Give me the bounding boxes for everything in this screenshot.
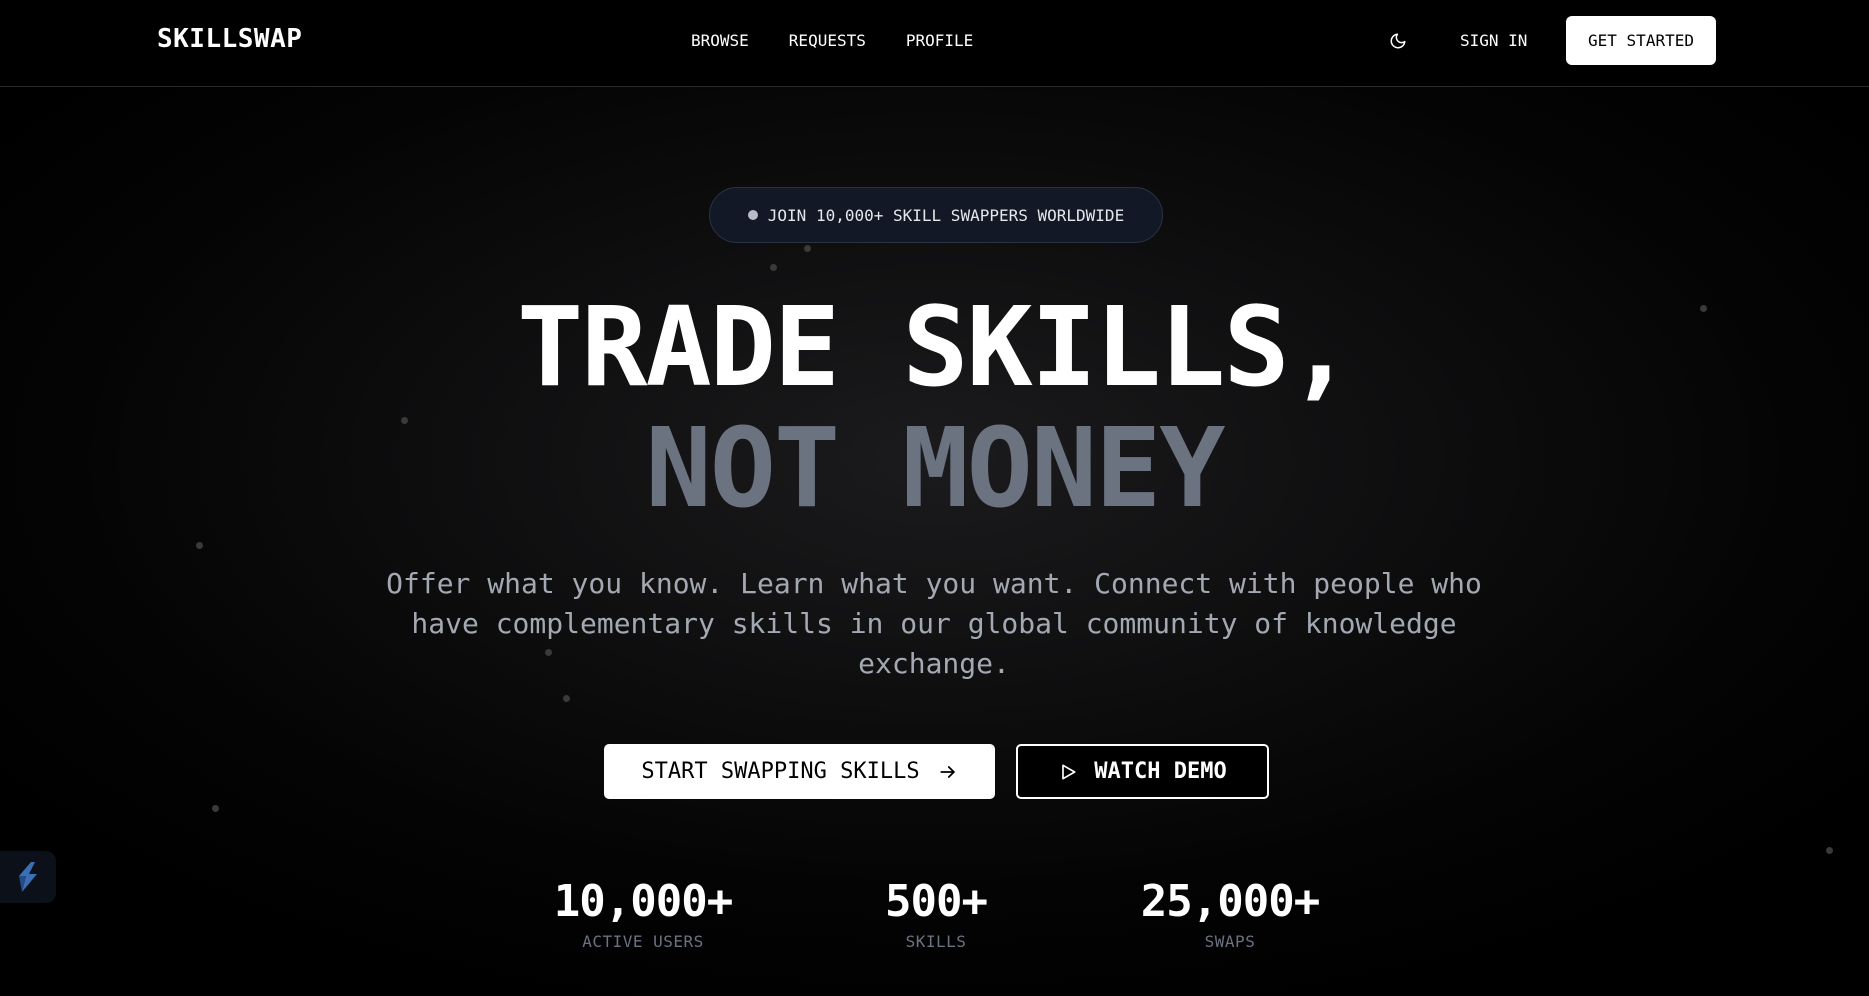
start-swapping-label: START SWAPPING SKILLS	[641, 759, 920, 784]
background-particle	[563, 695, 570, 702]
headline-line-2: NOT MONEY	[645, 404, 1225, 532]
status-dot-icon	[747, 210, 758, 220]
sign-in-link[interactable]: SIGN IN	[1460, 31, 1527, 50]
hero-subtitle: Offer what you know. Learn what you want…	[386, 567, 1482, 680]
nav-link-profile[interactable]: PROFILE	[906, 31, 973, 50]
stat-swaps: 25,000+ SWAPS	[1100, 876, 1360, 952]
stat-active-users: 10,000+ ACTIVE USERS	[513, 876, 773, 952]
stat-skills: 500+ SKILLS	[806, 876, 1066, 952]
landing-page: SKILLSWAP BROWSE REQUESTS PROFILE SIGN I…	[0, 0, 1869, 996]
stat-value: 500+	[885, 876, 988, 927]
arrow-right-icon	[939, 765, 955, 778]
top-nav: SKILLSWAP BROWSE REQUESTS PROFILE SIGN I…	[0, 0, 1869, 87]
headline-line-1: TRADE SKILLS,	[517, 283, 1354, 411]
side-widget-button[interactable]	[0, 851, 56, 903]
stat-label: SKILLS	[905, 932, 967, 951]
lightning-logo-icon	[19, 862, 37, 892]
watch-demo-button[interactable]: WATCH DEMO	[1016, 744, 1269, 799]
stat-value: 10,000+	[553, 876, 733, 927]
background-particle	[804, 245, 811, 252]
community-badge: JOIN 10,000+ SKILL SWAPPERS WORLDWIDE	[709, 187, 1163, 243]
watch-demo-label: WATCH DEMO	[1094, 759, 1227, 784]
background-particle	[770, 264, 777, 271]
nav-links: BROWSE REQUESTS PROFILE	[691, 31, 973, 50]
badge-text: JOIN 10,000+ SKILL SWAPPERS WORLDWIDE	[767, 205, 1125, 225]
moon-icon	[1390, 33, 1406, 49]
play-icon	[1062, 764, 1076, 779]
nav-link-requests[interactable]: REQUESTS	[789, 31, 866, 50]
nav-link-browse[interactable]: BROWSE	[691, 31, 749, 50]
background-particle	[212, 805, 219, 812]
background-particle	[196, 542, 203, 549]
stat-label: SWAPS	[1204, 932, 1256, 951]
start-swapping-button[interactable]: START SWAPPING SKILLS	[604, 744, 995, 799]
logo[interactable]: SKILLSWAP	[157, 24, 302, 54]
theme-toggle-button[interactable]	[1386, 29, 1410, 53]
stat-value: 25,000+	[1140, 876, 1320, 927]
get-started-button[interactable]: GET STARTED	[1566, 16, 1716, 65]
stat-label: ACTIVE USERS	[582, 932, 704, 951]
background-particle	[1826, 847, 1833, 854]
